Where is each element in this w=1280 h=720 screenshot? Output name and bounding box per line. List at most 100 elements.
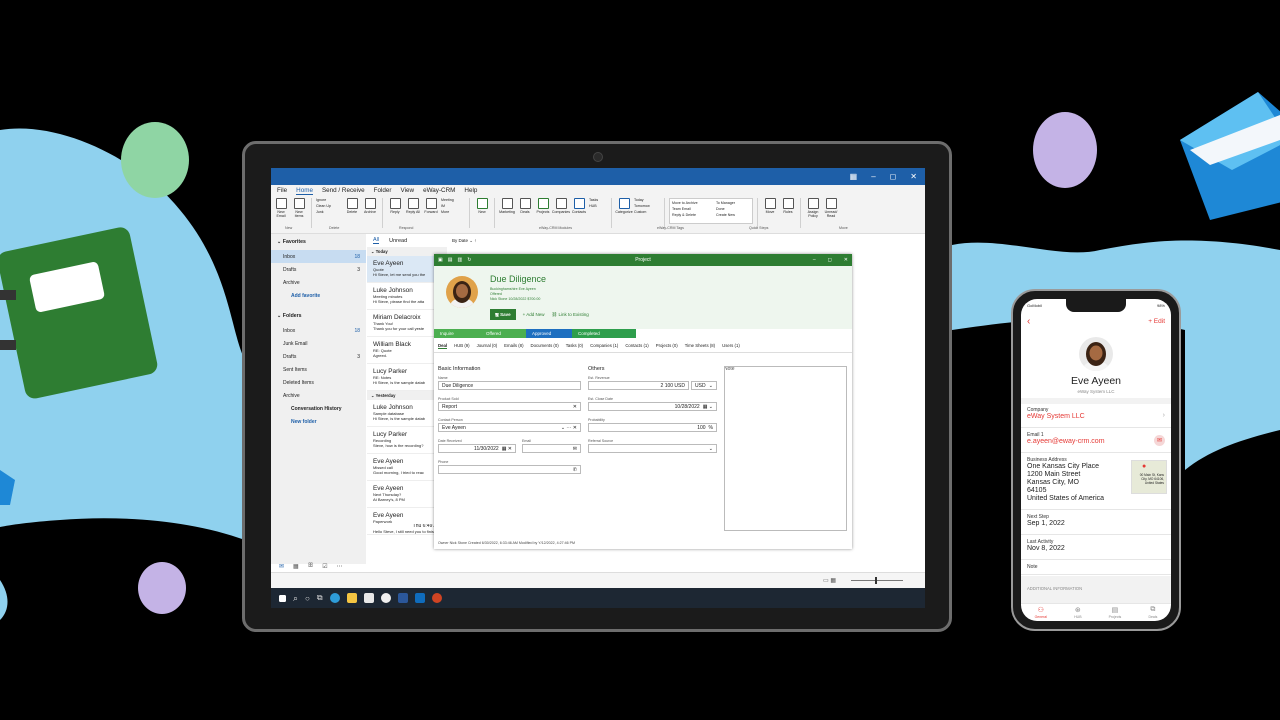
add-new-button[interactable]: + Add New <box>523 312 545 317</box>
word-icon[interactable] <box>397 593 408 603</box>
reply-button[interactable]: Reply <box>387 198 403 214</box>
layout-icon[interactable]: ▦ <box>850 172 858 181</box>
edge-icon[interactable] <box>329 593 340 603</box>
dialog-maximize-icon[interactable]: ◻ <box>828 257 832 263</box>
link-existing-button[interactable]: ⛓ Link to Existing <box>552 312 589 318</box>
view-buttons[interactable]: ▭ ▦ <box>823 577 836 584</box>
phone-field[interactable]: ✆ <box>438 465 581 474</box>
add-favorite-link[interactable]: Add favorite <box>271 289 366 302</box>
folder-inbox[interactable]: Inbox 18 <box>271 324 366 337</box>
mail-module-icon[interactable]: ✉ <box>279 563 284 570</box>
delete-button[interactable]: Delete <box>344 198 360 214</box>
company-link[interactable]: eWay System LLC <box>1027 413 1165 420</box>
tab-general[interactable]: ⚇ General <box>1035 606 1047 621</box>
address-row[interactable]: Business Address One Kansas City Place 1… <box>1021 454 1171 510</box>
zoom-slider[interactable] <box>851 580 903 581</box>
edit-button[interactable]: + Edit <box>1148 318 1165 326</box>
reply-delete-step[interactable]: Reply & Delete <box>672 213 712 217</box>
folders-header[interactable]: ⌄ Folders <box>271 308 366 324</box>
outlook-icon[interactable] <box>414 593 425 603</box>
contact-field[interactable]: Eve Ayeen ⌄ ⋯ ✕ <box>438 423 581 432</box>
maximize-icon[interactable]: ◻ <box>890 172 897 181</box>
map-thumbnail[interactable]: ● 00 Main St, Kans City, MO 64106, Unite… <box>1131 460 1167 494</box>
last-activity-row[interactable]: Last Activity Nov 8, 2022 <box>1021 536 1171 560</box>
name-field[interactable]: Due Diligence <box>438 381 581 390</box>
deal-contact[interactable]: Eve Ayeen <box>519 287 536 291</box>
email-field[interactable]: ✉ <box>522 444 581 453</box>
calendar-icon[interactable]: ▦ ✕ <box>502 446 512 452</box>
team-email-step[interactable]: Team Email <box>672 207 712 211</box>
tasks-module-icon[interactable]: ☑ <box>322 563 327 570</box>
pipeline-approved[interactable]: Approved <box>526 329 572 338</box>
contact-dropdown-icon[interactable]: ⌄ ⋯ ✕ <box>561 425 577 431</box>
move-button[interactable]: Move <box>762 198 778 214</box>
delete-small-icon[interactable]: ▥ <box>457 257 462 263</box>
menu-help[interactable]: Help <box>464 187 477 194</box>
tab-contacts[interactable]: Contacts (1) <box>625 343 648 349</box>
probability-field[interactable]: 100% <box>588 423 717 432</box>
start-icon[interactable] <box>278 593 287 603</box>
menu-view[interactable]: View <box>401 187 415 194</box>
crm-new-button[interactable]: New <box>474 198 490 214</box>
note-textarea[interactable] <box>724 366 847 531</box>
minimize-icon[interactable]: – <box>871 172 875 181</box>
move-to-archive-step[interactable]: Move to Archive <box>672 201 712 205</box>
favorite-inbox[interactable]: Inbox 18 <box>271 250 366 263</box>
favorite-drafts[interactable]: Drafts 3 <box>271 263 366 276</box>
close-date-field[interactable]: 10/28/2022 ▦ ⌄ <box>588 402 717 411</box>
pipeline-inquire[interactable]: Inquire <box>434 329 480 338</box>
filter-unread[interactable]: Unread <box>389 238 407 244</box>
new-items-button[interactable]: New Items <box>291 198 307 218</box>
folder-archive[interactable]: Archive <box>271 389 366 402</box>
tab-deals-mobile[interactable]: ⧉ Deals <box>1148 606 1157 621</box>
email-row[interactable]: Email 1 e.ayeen@eway-crm.com ✉ <box>1021 429 1171 453</box>
refresh-icon[interactable]: ↻ <box>467 257 471 263</box>
store-icon[interactable] <box>363 593 374 603</box>
tomorrow-tag-button[interactable]: Tomorrow <box>634 204 660 208</box>
contacts-button[interactable]: Contacts <box>571 198 587 214</box>
projects-button[interactable]: Projects <box>535 198 551 214</box>
menu-eway-crm[interactable]: eWay-CRM <box>423 187 455 194</box>
cleanup-button[interactable]: Clean Up <box>316 204 342 208</box>
menu-folder[interactable]: Folder <box>374 187 392 194</box>
company-row[interactable]: Company eWay System LLC › <box>1021 404 1171 428</box>
search-icon[interactable]: ⌕ <box>293 593 298 604</box>
create-new-step[interactable]: Create New <box>716 213 750 217</box>
marketing-button[interactable]: Marketing <box>499 198 515 214</box>
product-field[interactable]: Report ✕ <box>438 402 581 411</box>
tab-deal[interactable]: Deal <box>438 343 448 349</box>
more-button[interactable]: More <box>441 210 465 214</box>
menu-send-receive[interactable]: Send / Receive <box>322 187 365 194</box>
tab-time-sheets[interactable]: Time Sheets (8) <box>685 343 715 349</box>
menu-file[interactable]: File <box>277 187 287 194</box>
referral-select[interactable]: ⌄ <box>588 444 717 453</box>
zoom-thumb[interactable] <box>875 577 877 584</box>
folder-junk[interactable]: Junk Email <box>271 337 366 350</box>
dialog-close-icon[interactable]: ✕ <box>844 257 848 263</box>
tasks-button[interactable]: Tasks <box>589 198 607 202</box>
calendar-icon[interactable]: ▦ ⌄ <box>703 404 713 410</box>
pipeline-completed[interactable]: Completed <box>572 329 636 338</box>
close-icon[interactable]: ✕ <box>910 172 917 181</box>
archive-button[interactable]: Archive <box>362 198 378 214</box>
menu-home[interactable]: Home <box>296 187 313 195</box>
meeting-button[interactable]: Meeting <box>441 198 465 202</box>
done-step[interactable]: Done <box>716 207 750 211</box>
task-view-icon[interactable]: ○ <box>305 594 310 603</box>
media-icon[interactable] <box>380 593 391 603</box>
tab-journal[interactable]: Journal (0) <box>477 343 498 349</box>
back-icon[interactable]: ‹ <box>1027 317 1030 327</box>
conversation-history-folder[interactable]: Conversation History <box>271 402 366 415</box>
tab-companies[interactable]: Companies (1) <box>590 343 618 349</box>
next-step-row[interactable]: Next Step Sep 1, 2022 <box>1021 511 1171 535</box>
categorize-button[interactable]: Categorize <box>615 198 633 214</box>
pipeline-offered[interactable]: Offered <box>480 329 526 338</box>
filter-all[interactable]: All <box>373 237 380 244</box>
forward-button[interactable]: Forward <box>423 198 439 214</box>
note-row[interactable]: Note <box>1021 561 1171 575</box>
today-tag-button[interactable]: Today <box>634 198 660 202</box>
dialog-minimize-icon[interactable]: – <box>813 257 816 263</box>
email-link[interactable]: e.ayeen@eway-crm.com <box>1027 438 1165 445</box>
folder-drafts[interactable]: Drafts 3 <box>271 350 366 363</box>
more-modules-icon[interactable]: ⋯ <box>337 563 343 570</box>
